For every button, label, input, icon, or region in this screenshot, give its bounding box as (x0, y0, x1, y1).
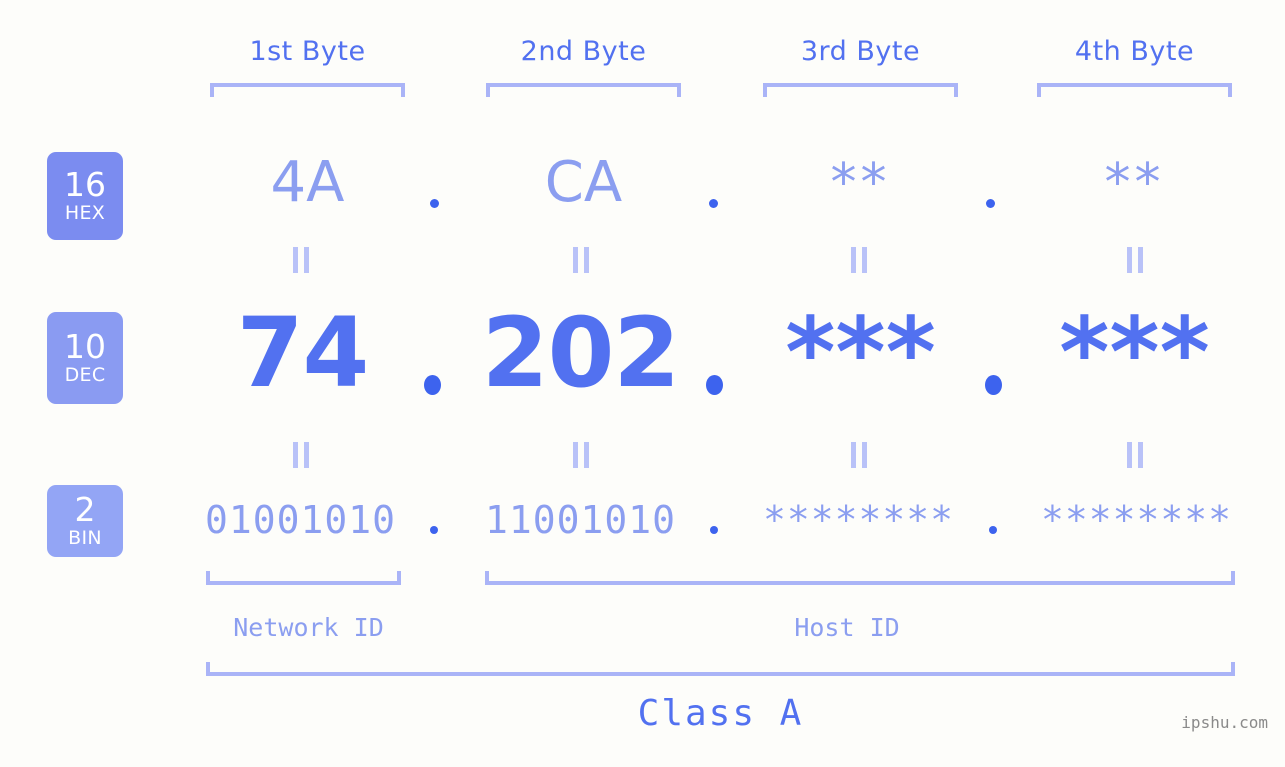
byte-bracket-top-3 (763, 83, 958, 97)
equals-mark-hexdec-3 (851, 247, 867, 273)
class-bracket (206, 662, 1235, 676)
ip-byte-breakdown-diagram: 1st Byte 2nd Byte 3rd Byte 4th Byte 16 H… (0, 0, 1285, 767)
hex-value-byte-1: 4A (270, 150, 345, 215)
bin-dot-separator-3 (989, 526, 997, 534)
class-label: Class A (637, 693, 804, 734)
bin-value-byte-2: 11001010 (484, 498, 677, 542)
dec-dot-separator-3 (985, 375, 1002, 395)
bin-value-byte-3: ******** (762, 498, 955, 542)
byte-header-2: 2nd Byte (520, 36, 647, 67)
equals-mark-decbin-2 (573, 442, 589, 468)
equals-mark-decbin-1 (293, 442, 309, 468)
byte-bracket-top-2 (486, 83, 681, 97)
network-id-bracket (206, 571, 401, 585)
row-badge-bin: 2 BIN (47, 485, 123, 557)
dec-dot-separator-1 (424, 375, 441, 395)
bin-value-byte-4: ******** (1040, 498, 1233, 542)
hex-dot-separator-1 (430, 199, 439, 208)
row-badge-bin-base: 2 (74, 490, 96, 529)
dec-value-byte-3: *** (785, 297, 936, 409)
row-badge-bin-system: BIN (68, 527, 102, 549)
row-badge-dec-base: 10 (64, 327, 106, 366)
bin-dot-separator-1 (430, 526, 438, 534)
dec-value-byte-2: 202 (481, 297, 680, 409)
host-id-bracket (485, 571, 1235, 585)
equals-mark-decbin-3 (851, 442, 867, 468)
hex-dot-separator-3 (986, 199, 995, 208)
bin-dot-separator-2 (710, 526, 718, 534)
watermark: ipshu.com (1181, 713, 1268, 732)
row-badge-hex: 16 HEX (47, 152, 123, 240)
dec-value-byte-4: *** (1059, 297, 1210, 409)
byte-bracket-top-1 (210, 83, 405, 97)
row-badge-hex-system: HEX (64, 202, 106, 224)
host-id-label: Host ID (794, 613, 900, 642)
byte-header-4: 4th Byte (1074, 36, 1195, 67)
bin-value-byte-1: 01001010 (204, 498, 397, 542)
hex-value-byte-2: CA (544, 150, 623, 215)
row-badge-hex-base: 16 (64, 165, 106, 204)
hex-value-byte-3: ** (830, 153, 891, 213)
equals-mark-hexdec-2 (573, 247, 589, 273)
dec-value-byte-1: 74 (236, 297, 370, 409)
hex-dot-separator-2 (709, 199, 718, 208)
byte-bracket-top-4 (1037, 83, 1232, 97)
byte-header-3: 3rd Byte (800, 36, 921, 67)
row-badge-dec-system: DEC (64, 364, 106, 386)
equals-mark-hexdec-4 (1127, 247, 1143, 273)
byte-header-1: 1st Byte (249, 36, 366, 67)
dec-dot-separator-2 (706, 375, 723, 395)
network-id-label: Network ID (233, 613, 384, 642)
equals-mark-hexdec-1 (293, 247, 309, 273)
hex-value-byte-4: ** (1104, 153, 1165, 213)
row-badge-dec: 10 DEC (47, 312, 123, 404)
equals-mark-decbin-4 (1127, 442, 1143, 468)
